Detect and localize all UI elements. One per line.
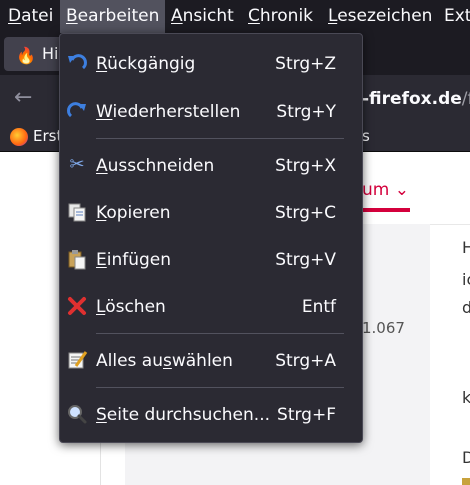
scissors-icon: ✂ (69, 154, 85, 175)
menu-separator (96, 333, 344, 334)
menuitem-delete[interactable]: Löschen Entf (60, 287, 362, 327)
accent-bar (462, 478, 470, 485)
menuitem-label: Kopieren (96, 203, 171, 223)
menu-ansicht[interactable]: Ansicht (165, 0, 240, 33)
menuitem-select-all[interactable]: Alles auswählen Strg+A (60, 341, 362, 381)
menuitem-label: Ausschneiden (96, 156, 215, 176)
delete-icon (66, 295, 88, 317)
menu-ansicht-accel: A (171, 6, 183, 26)
menuitem-shortcut: Strg+Z (275, 54, 336, 74)
paste-icon (66, 248, 88, 270)
menuitem-label: Löschen (96, 297, 166, 317)
browser-tab[interactable]: 🔥 Hi (4, 37, 64, 71)
menu-chronik-label: hronik (259, 6, 314, 26)
url-bar-text[interactable]: -firefox.de/fo (362, 89, 470, 109)
menuitem-find[interactable]: Seite durchsuchen... Strg+F (60, 395, 362, 435)
menu-bearbeiten-accel: B (66, 6, 78, 26)
menu-lesezeichen-label: esezeichen (337, 6, 433, 26)
menuitem-label: Wiederherstellen (96, 102, 241, 122)
menu-chronik[interactable]: Chronik (242, 0, 319, 33)
edit-menu-popup: Rückgängig Strg+Z Wiederherstellen Strg+… (59, 33, 363, 443)
menuitem-label: Rückgängig (96, 54, 196, 74)
menuitem-label: Seite durchsuchen... (96, 405, 271, 425)
menubar: Datei Bearbeiten Ansicht Chronik Lesezei… (0, 0, 470, 33)
menuitem-paste[interactable]: Einfügen Strg+V (60, 240, 362, 280)
menuitem-shortcut: Strg+X (275, 156, 336, 176)
menu-bearbeiten[interactable]: Bearbeiten (60, 0, 166, 33)
stat-count: 1.067 (362, 319, 405, 337)
tab-label: Hi (42, 44, 59, 63)
menu-separator (96, 387, 344, 388)
menuitem-shortcut: Strg+A (275, 351, 336, 371)
menu-chronik-accel: C (248, 6, 260, 26)
select-all-icon (66, 349, 88, 371)
copy-icon (66, 201, 88, 223)
bookmark-first[interactable]: Erst (33, 127, 62, 145)
forum-tab-label: um (362, 180, 390, 200)
menuitem-redo[interactable]: Wiederherstellen Strg+Y (60, 92, 362, 132)
menuitem-shortcut: Strg+V (275, 250, 336, 270)
menuitem-undo[interactable]: Rückgängig Strg+Z (60, 44, 362, 84)
menuitem-label: Alles auswählen (96, 351, 233, 371)
menuitem-copy[interactable]: Kopieren Strg+C (60, 193, 362, 233)
menuitem-shortcut: Strg+Y (276, 102, 336, 122)
forum-tab[interactable]: um ⌄ (362, 180, 409, 200)
menu-lesezeichen[interactable]: Lesezeichen (322, 0, 438, 33)
menu-extras[interactable]: Extr (438, 0, 470, 33)
menu-lesezeichen-accel: L (328, 6, 338, 26)
menu-datei[interactable]: Datei (2, 0, 59, 33)
menuitem-shortcut: Strg+C (274, 203, 336, 223)
menu-datei-label: atei (21, 6, 54, 26)
right-text-4: k (462, 388, 470, 407)
bookmark-second[interactable]: s (362, 127, 370, 145)
menu-separator (96, 138, 344, 139)
menu-ansicht-label: nsicht (182, 6, 234, 26)
menu-extras-label: Extr (444, 6, 470, 26)
menu-bearbeiten-label: earbeiten (77, 6, 160, 26)
redo-icon (66, 100, 88, 122)
right-text-1: H (462, 238, 470, 257)
chevron-down-icon: ⌄ (394, 180, 409, 200)
right-text-3: d (462, 298, 470, 317)
menuitem-shortcut: Entf (301, 297, 336, 317)
menuitem-cut[interactable]: ✂ Ausschneiden Strg+X (60, 146, 362, 186)
back-arrow-icon[interactable]: ← (14, 85, 32, 110)
menuitem-shortcut: Strg+F (277, 405, 336, 425)
menuitem-label: Einfügen (96, 250, 172, 270)
undo-icon (66, 52, 88, 74)
forum-tab-indicator (362, 208, 410, 212)
url-domain: -firefox.de (362, 89, 462, 109)
right-text-2: ic (462, 270, 470, 289)
search-icon (66, 403, 88, 425)
firefox-logo-icon (10, 128, 28, 146)
right-text-5: D (462, 448, 470, 467)
url-path: /fo (461, 89, 470, 109)
flame-icon: 🔥 (16, 46, 36, 65)
menu-datei-accel: D (8, 6, 22, 26)
